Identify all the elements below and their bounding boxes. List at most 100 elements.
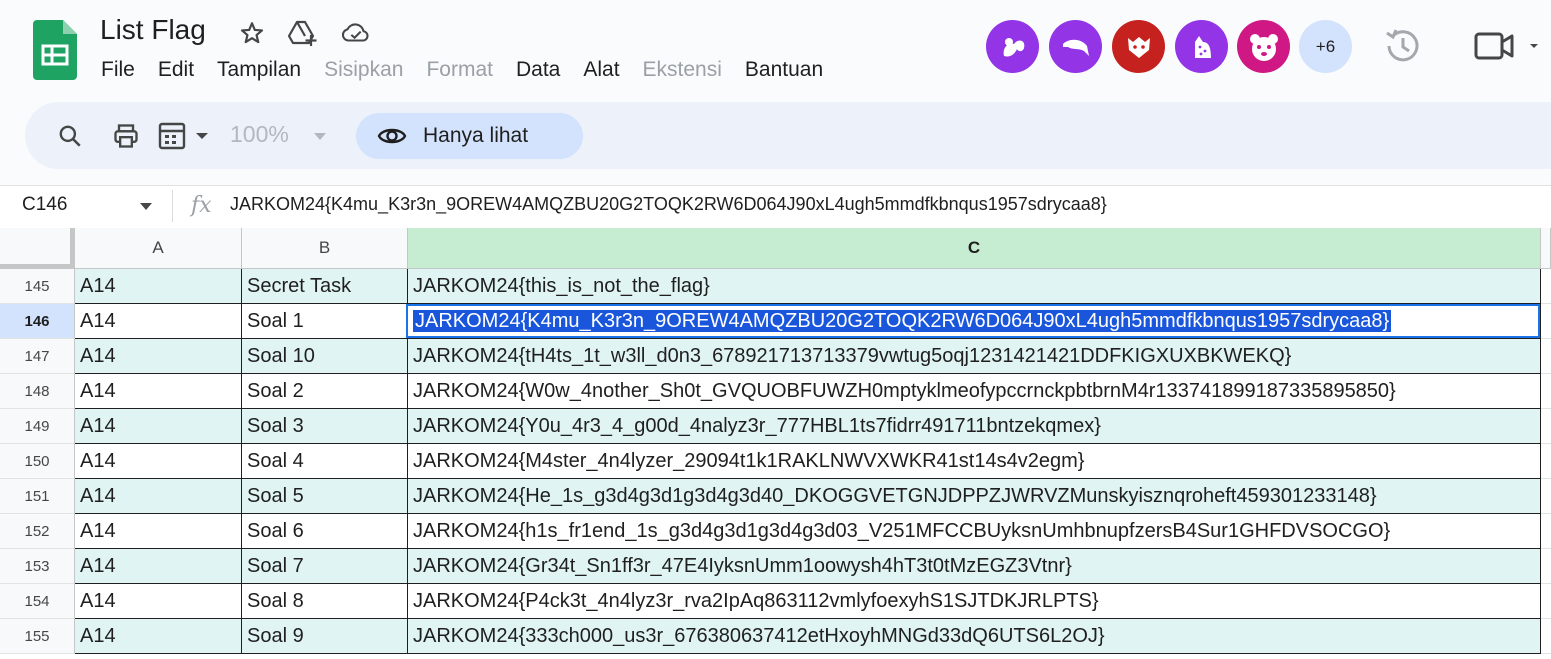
- row-filler: [1541, 584, 1551, 619]
- cell-c[interactable]: JARKOM24{this_is_not_the_flag}: [408, 269, 1541, 304]
- row-header[interactable]: 151: [0, 479, 75, 514]
- cell-c-selected[interactable]: JARKOM24{K4mu_K3r3n_9OREW4AMQZBU20G2TOQK…: [408, 304, 1541, 339]
- row-header[interactable]: 150: [0, 444, 75, 479]
- cell-c[interactable]: JARKOM24{Y0u_4r3_4_g00d_4nalyz3r_777HBL1…: [408, 409, 1541, 444]
- table-row: 147 A14 Soal 10 JARKOM24{tH4ts_1t_w3ll_d…: [0, 339, 1551, 374]
- row-filler: [1541, 549, 1551, 584]
- cell-b[interactable]: Soal 1: [242, 304, 408, 339]
- cell-b[interactable]: Soal 3: [242, 409, 408, 444]
- cell-c[interactable]: JARKOM24{W0w_4nother_Sh0t_GVQUOBFUWZH0mp…: [408, 374, 1541, 409]
- cell-a[interactable]: A14: [75, 269, 242, 304]
- cell-a[interactable]: A14: [75, 374, 242, 409]
- chevron-down-icon[interactable]: [314, 133, 326, 140]
- menu-data[interactable]: Data: [516, 58, 560, 84]
- sheets-logo-icon[interactable]: [33, 20, 77, 80]
- table-row: 149 A14 Soal 3 JARKOM24{Y0u_4r3_4_g00d_4…: [0, 409, 1551, 444]
- cell-a[interactable]: A14: [75, 339, 242, 374]
- table-row: 153 A14 Soal 7 JARKOM24{Gr34t_Sn1ff3r_47…: [0, 549, 1551, 584]
- search-icon[interactable]: [55, 120, 85, 152]
- menu-edit[interactable]: Edit: [158, 58, 194, 84]
- menu-format[interactable]: Format: [426, 58, 493, 84]
- format-calculator-icon[interactable]: [157, 120, 213, 152]
- row-filler: [1541, 479, 1551, 514]
- view-only-button[interactable]: Hanya lihat: [356, 113, 583, 159]
- row-filler: [1541, 619, 1551, 654]
- row-header[interactable]: 149: [0, 409, 75, 444]
- column-header-a[interactable]: A: [75, 228, 242, 269]
- table-row: 152 A14 Soal 6 JARKOM24{h1s_fr1end_1s_g3…: [0, 514, 1551, 549]
- name-box[interactable]: C146: [22, 194, 67, 216]
- row-header[interactable]: 152: [0, 514, 75, 549]
- print-icon[interactable]: [110, 120, 142, 152]
- menu-view[interactable]: Tampilan: [217, 58, 301, 84]
- menu-extensions[interactable]: Ekstensi: [643, 58, 722, 84]
- eye-icon: [377, 128, 407, 144]
- table-row: 145 A14 Secret Task JARKOM24{this_is_not…: [0, 269, 1551, 304]
- row-filler: [1541, 409, 1551, 444]
- row-header[interactable]: 145: [0, 269, 75, 304]
- dolphin-avatar-icon[interactable]: [1049, 20, 1102, 73]
- cell-b[interactable]: Soal 8: [242, 584, 408, 619]
- row-header[interactable]: 155: [0, 619, 75, 654]
- meet-video-icon[interactable]: [1472, 28, 1542, 64]
- cell-b[interactable]: Soal 7: [242, 549, 408, 584]
- cell-c[interactable]: JARKOM24{M4ster_4n4lyzer_29094t1k1RAKLNW…: [408, 444, 1541, 479]
- cell-a[interactable]: A14: [75, 479, 242, 514]
- cell-c[interactable]: JARKOM24{h1s_fr1end_1s_g3d4g3d1g3d4g3d03…: [408, 514, 1541, 549]
- cell-b[interactable]: Soal 9: [242, 619, 408, 654]
- row-filler: [1541, 339, 1551, 374]
- cheetah-avatar-icon[interactable]: [1175, 20, 1228, 73]
- row-filler: [1541, 304, 1551, 339]
- menu-insert[interactable]: Sisipkan: [324, 58, 403, 84]
- cell-c[interactable]: JARKOM24{Gr34t_Sn1ff3r_47E4IyksnUmm1oowy…: [408, 549, 1541, 584]
- cell-a[interactable]: A14: [75, 444, 242, 479]
- row-header[interactable]: 147: [0, 339, 75, 374]
- cell-b[interactable]: Soal 6: [242, 514, 408, 549]
- name-box-chevron-down-icon[interactable]: [140, 203, 152, 210]
- cell-b[interactable]: Soal 10: [242, 339, 408, 374]
- cell-b[interactable]: Soal 4: [242, 444, 408, 479]
- cell-a[interactable]: A14: [75, 514, 242, 549]
- menu-bar: File Edit Tampilan Sisipkan Format Data …: [101, 58, 846, 84]
- version-history-icon[interactable]: [1381, 24, 1425, 68]
- menu-file[interactable]: File: [101, 58, 135, 84]
- cell-b[interactable]: Soal 5: [242, 479, 408, 514]
- cloud-saved-icon[interactable]: [341, 18, 371, 48]
- row-header[interactable]: 146: [0, 304, 75, 339]
- cell-b[interactable]: Soal 2: [242, 374, 408, 409]
- cell-a[interactable]: A14: [75, 549, 242, 584]
- cell-c[interactable]: JARKOM24{tH4ts_1t_w3ll_d0n3_678921713713…: [408, 339, 1541, 374]
- menu-help[interactable]: Bantuan: [745, 58, 823, 84]
- row-filler: [1541, 444, 1551, 479]
- cell-a[interactable]: A14: [75, 619, 242, 654]
- table-row: 151 A14 Soal 5 JARKOM24{He_1s_g3d4g3d1g3…: [0, 479, 1551, 514]
- document-title[interactable]: List Flag: [100, 14, 206, 46]
- cell-a[interactable]: A14: [75, 584, 242, 619]
- cell-a[interactable]: A14: [75, 304, 242, 339]
- more-collaborators-badge[interactable]: +6: [1299, 20, 1352, 73]
- panda-avatar-icon[interactable]: [1237, 20, 1290, 73]
- star-icon[interactable]: [237, 18, 267, 48]
- cell-a[interactable]: A14: [75, 409, 242, 444]
- row-header[interactable]: 153: [0, 549, 75, 584]
- formula-input[interactable]: JARKOM24{K4mu_K3r3n_9OREW4AMQZBU20G2TOQK…: [230, 194, 1107, 215]
- move-to-drive-icon[interactable]: [288, 18, 318, 48]
- row-filler: [1541, 374, 1551, 409]
- wolverine-avatar-icon[interactable]: [1112, 20, 1165, 73]
- squirrel-avatar-icon[interactable]: [986, 20, 1039, 73]
- row-filler: [1541, 269, 1551, 304]
- zoom-level[interactable]: 100%: [230, 121, 289, 148]
- row-header[interactable]: 154: [0, 584, 75, 619]
- cell-b[interactable]: Secret Task: [242, 269, 408, 304]
- column-header-filler: [1541, 228, 1551, 269]
- fx-icon: fx: [191, 193, 212, 218]
- formula-bar-divider: [172, 190, 173, 222]
- column-header-b[interactable]: B: [242, 228, 408, 269]
- row-header[interactable]: 148: [0, 374, 75, 409]
- menu-tools[interactable]: Alat: [583, 58, 619, 84]
- cell-c[interactable]: JARKOM24{P4ck3t_4n4lyz3r_rva2IpAq863112v…: [408, 584, 1541, 619]
- column-header-c[interactable]: C: [408, 228, 1541, 269]
- select-all-corner[interactable]: [0, 228, 75, 269]
- cell-c[interactable]: JARKOM24{He_1s_g3d4g3d1g3d4g3d40_DKOGGVE…: [408, 479, 1541, 514]
- cell-c[interactable]: JARKOM24{333ch000_us3r_676380637412etHxo…: [408, 619, 1541, 654]
